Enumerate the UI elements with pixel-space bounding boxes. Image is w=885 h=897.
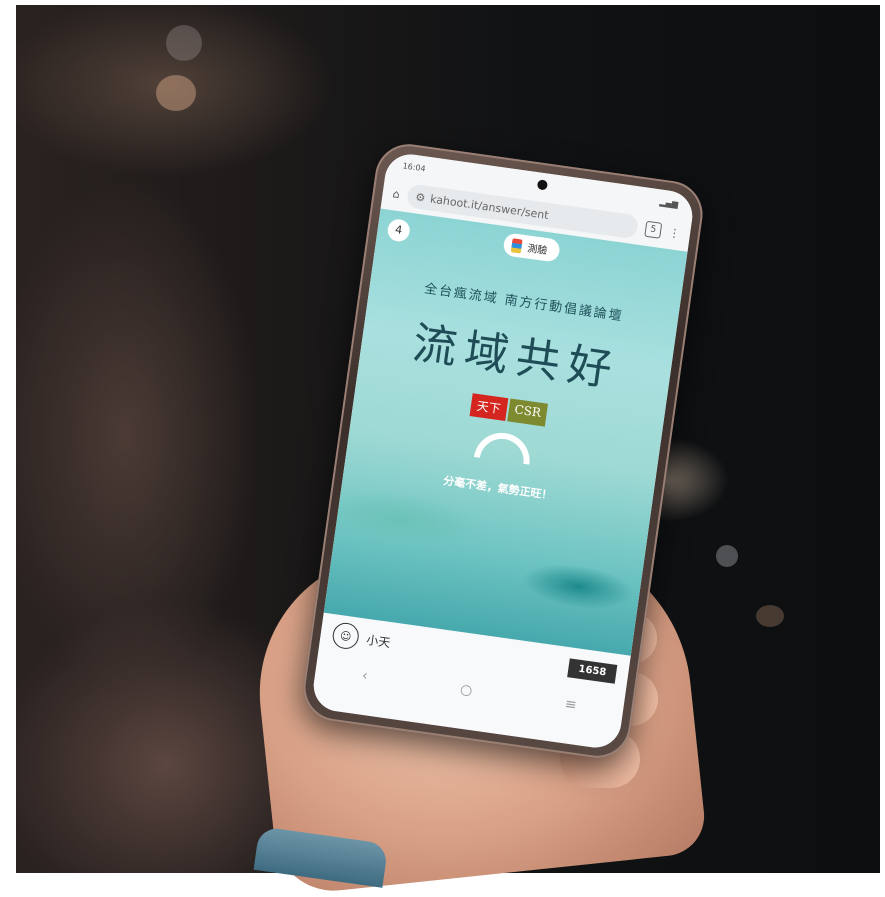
logo-left: 天下 (469, 393, 509, 421)
bokeh-light (716, 545, 738, 567)
bokeh-light (156, 75, 196, 111)
bokeh-light (756, 605, 784, 627)
kahoot-content: 4 測驗 全台瘋流域 南方行動倡議論壇 流域共好 天下 CSR 分毫不差，氣勢正… (323, 208, 688, 656)
player-score: 1658 (567, 657, 618, 684)
quiz-badge-label: 測驗 (526, 243, 548, 258)
quiz-icon (510, 237, 523, 254)
avatar-icon: ☺ (331, 621, 361, 651)
status-time: 16:04 (402, 160, 427, 173)
loading-spinner (473, 429, 534, 465)
logo-right: CSR (506, 398, 549, 427)
recents-icon[interactable]: ≡ (564, 696, 578, 713)
back-icon[interactable]: ‹ (361, 668, 369, 685)
bokeh-light (166, 25, 202, 61)
kebab-menu-icon[interactable]: ⋮ (668, 226, 681, 240)
question-number: 4 (386, 217, 412, 243)
home-nav-icon[interactable]: ○ (459, 681, 473, 699)
signal-icon: ▂▄▆ (659, 196, 679, 209)
site-info-icon[interactable]: ⚙ (415, 190, 427, 204)
quiz-badge: 測驗 (502, 232, 561, 263)
home-icon[interactable]: ⌂ (392, 187, 401, 201)
phone-screen: 16:04 ▂▄▆ ⌂ ⚙ kahoot.it/answer/sent 5 ⋮ … (310, 151, 696, 751)
camera-icon (537, 179, 549, 191)
tab-count-button[interactable]: 5 (644, 220, 663, 239)
player-name: 小天 (365, 632, 392, 650)
status-message: 分毫不差，氣勢正旺！ (442, 474, 554, 503)
player-info: ☺ 小天 (331, 621, 392, 655)
